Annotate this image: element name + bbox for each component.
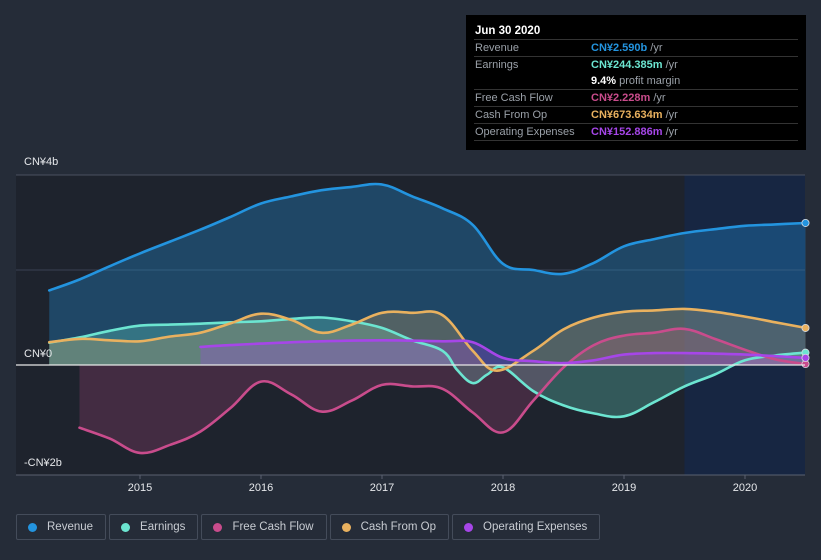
- legend-item-free-cash-flow[interactable]: Free Cash Flow: [201, 514, 327, 540]
- legend: Revenue Earnings Free Cash Flow Cash From O…: [16, 514, 601, 540]
- x-tick-label: 2019: [612, 482, 636, 494]
- revenue-endpoint[interactable]: [801, 218, 810, 227]
- legend-label: Free Cash Flow: [232, 521, 314, 533]
- tooltip-value: CN¥673.634m: [591, 109, 663, 121]
- tooltip-row: Earnings CN¥244.385m/yr: [474, 57, 798, 73]
- tooltip-label: Cash From Op: [475, 109, 548, 121]
- x-tick-label: 2015: [128, 482, 152, 494]
- tooltip-label: Operating Expenses: [475, 126, 575, 138]
- legend-item-operating-expenses[interactable]: Operating Expenses: [452, 514, 601, 540]
- x-tick-label: 2018: [491, 482, 515, 494]
- y-tick-label: CN¥0: [24, 348, 52, 360]
- tooltip-label: Free Cash Flow: [475, 92, 553, 104]
- legend-item-revenue[interactable]: Revenue: [16, 514, 107, 540]
- cash-from-op-endpoint[interactable]: [801, 323, 810, 332]
- tooltip-unit: /yr: [650, 42, 663, 54]
- y-tick-label: CN¥4b: [24, 156, 58, 168]
- tooltip-unit: profit margin: [619, 75, 681, 87]
- legend-item-earnings[interactable]: Earnings: [109, 514, 199, 540]
- legend-dot-icon: [121, 522, 131, 532]
- legend-dot-icon: [213, 522, 223, 532]
- tooltip-value: CN¥244.385m: [591, 59, 663, 71]
- x-tick-label: 2020: [733, 482, 757, 494]
- legend-label: Revenue: [47, 521, 94, 533]
- x-tick-label: 2016: [249, 482, 273, 494]
- tooltip-value: CN¥152.886m: [591, 126, 663, 138]
- legend-label: Earnings: [140, 521, 186, 533]
- legend-item-cash-from-op[interactable]: Cash From Op: [329, 514, 450, 540]
- tooltip: Jun 30 2020 Revenue CN¥2.590b/yr Earnings C…: [466, 15, 806, 150]
- tooltip-row: Revenue CN¥2.590b/yr: [474, 40, 798, 57]
- tooltip-unit: /yr: [653, 92, 666, 104]
- tooltip-unit: /yr: [665, 59, 678, 71]
- tooltip-row: 9.4% profit margin: [474, 73, 798, 90]
- y-tick-label: -CN¥2b: [24, 457, 62, 469]
- tooltip-label: [474, 73, 591, 89]
- tooltip-row: Cash From Op CN¥673.634m/yr: [474, 107, 798, 124]
- tooltip-value: 9.4%: [591, 75, 617, 87]
- tooltip-value: CN¥2.590b: [591, 42, 648, 54]
- tooltip-value: CN¥2.228m: [591, 92, 651, 104]
- legend-dot-icon: [341, 522, 351, 532]
- legend-dot-icon: [464, 522, 474, 532]
- tooltip-unit: /yr: [665, 126, 678, 138]
- legend-label: Operating Expenses: [483, 521, 588, 533]
- operating-expenses-endpoint[interactable]: [801, 353, 810, 362]
- x-tick-label: 2017: [370, 482, 394, 494]
- tooltip-row: Operating Expenses CN¥152.886m/yr: [474, 124, 798, 141]
- tooltip-label: Earnings: [475, 59, 519, 71]
- legend-label: Cash From Op: [360, 521, 437, 533]
- tooltip-row: Free Cash Flow CN¥2.228m/yr: [474, 90, 798, 107]
- tooltip-unit: /yr: [665, 109, 678, 121]
- legend-dot-icon: [28, 522, 37, 532]
- tooltip-label: Revenue: [475, 42, 520, 54]
- tooltip-date: Jun 30 2020: [474, 23, 798, 40]
